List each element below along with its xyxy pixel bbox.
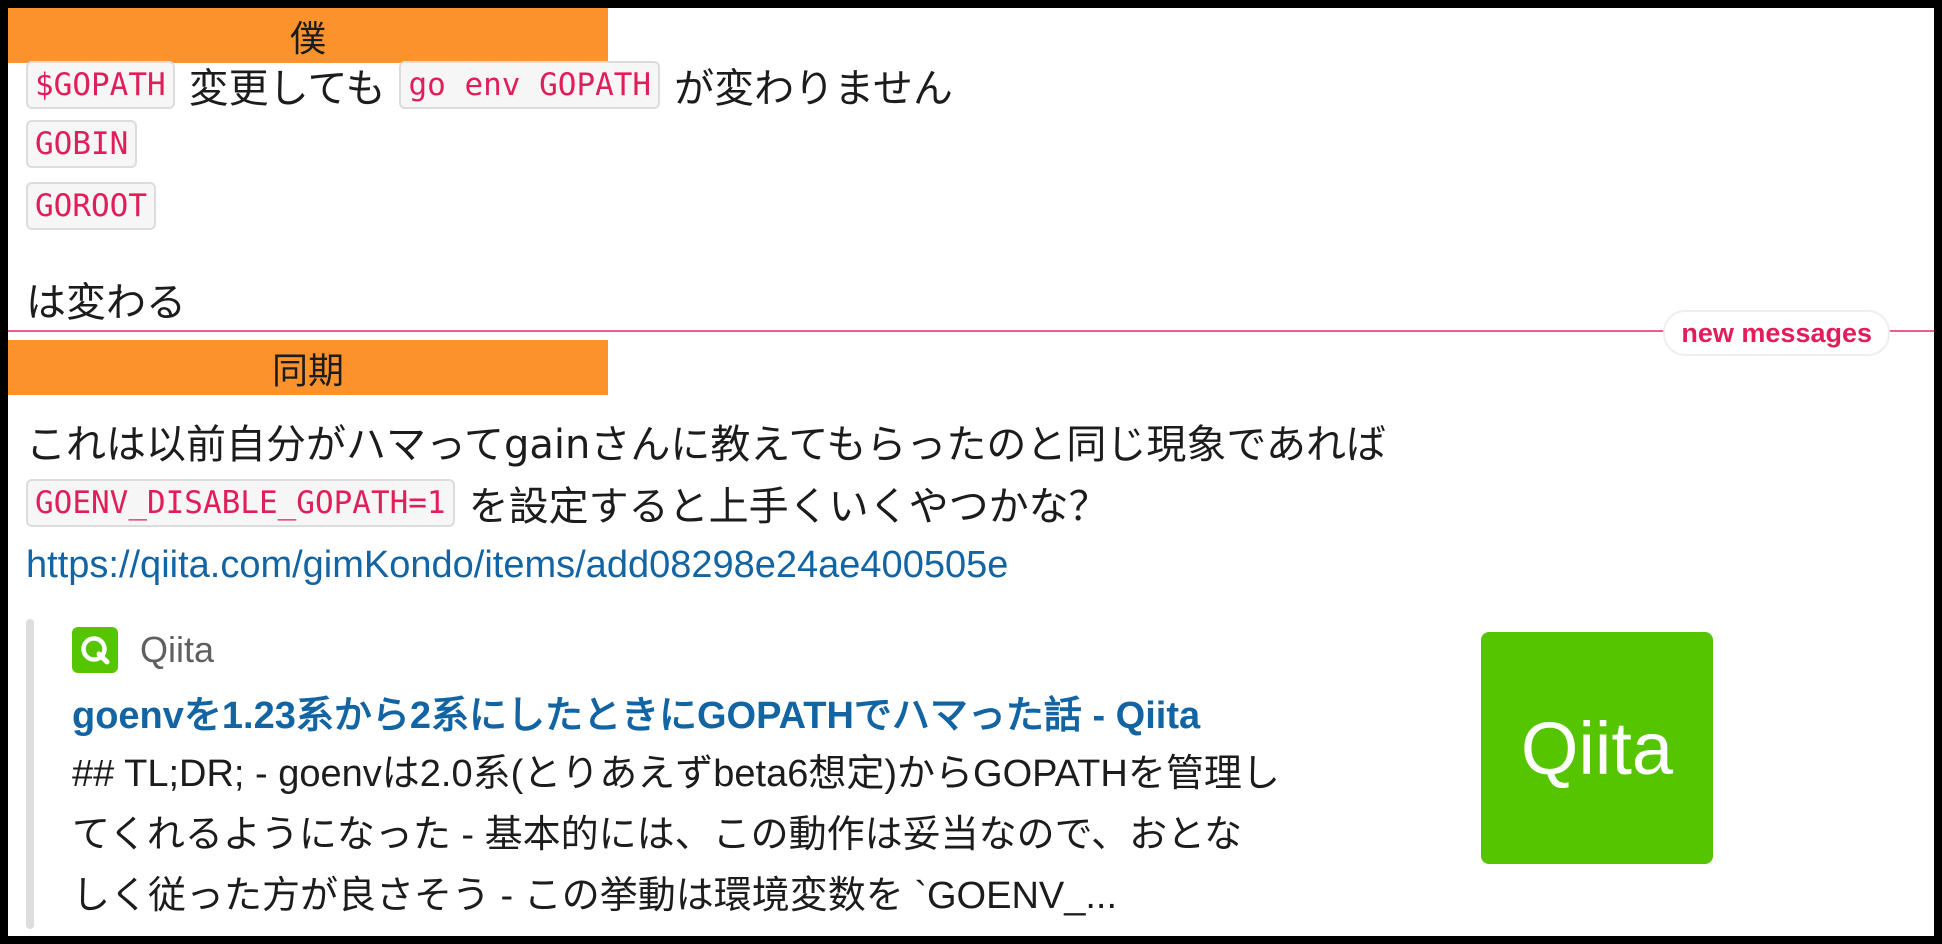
unfurl-description-line: ## TL;DR; - goenvは2.0系(とりあえずbeta6想定)からGO… <box>72 753 1280 795</box>
new-messages-badge: new messages <box>1663 310 1890 356</box>
inline-code: GOBIN <box>26 120 138 168</box>
qiita-q-icon <box>72 627 118 673</box>
unfurl-description-line: しく従った方が良さそう - この挙動は環境変数を `GOENV_... <box>72 875 1118 917</box>
message-line: GOBIN <box>26 116 138 172</box>
message-text: は変わる <box>26 280 186 326</box>
sender-name: 僕 <box>289 18 326 60</box>
inline-code: GOROOT <box>26 182 156 230</box>
inline-code: $GOPATH <box>26 61 175 109</box>
sender-name: 同期 <box>271 350 344 392</box>
unfurl-description: ## TL;DR; - goenvは2.0系(とりあえずbeta6想定)からGO… <box>72 744 1472 927</box>
unfurl-description-line: てくれるようになった - 基本的には、この動作は妥当なので、おとな <box>72 814 1242 856</box>
unfurl-service-name: Qiita <box>140 629 215 670</box>
message-line: $GOPATH 変更しても go env GOPATH が変わりません <box>26 56 953 114</box>
qiita-logo-text: Qiita <box>1520 706 1674 790</box>
message-line: これは以前自分がハマってgainさんに教えてもらったのと同じ現象であれば <box>26 413 1386 469</box>
message-text: 変更しても <box>188 66 386 112</box>
sender-label: 僕 <box>8 8 608 63</box>
unfurl-accent-bar <box>26 619 34 929</box>
message-line: GOROOT <box>26 178 156 234</box>
unfurl-title-link[interactable]: goenvを1.23系から2系にしたときにGOPATHでハマった話 - Qiit… <box>72 684 1200 739</box>
new-messages-divider <box>8 330 1934 332</box>
message-line: GOENV_DISABLE_GOPATH=1 を設定すると上手くいくやつかな？ <box>26 474 1109 532</box>
message-text: を設定すると上手くいくやつかな？ <box>468 484 1109 530</box>
sender-label: 同期 <box>8 340 608 395</box>
unfurl-thumbnail[interactable]: Qiita <box>1481 632 1713 864</box>
inline-code: GOENV_DISABLE_GOPATH=1 <box>26 479 455 527</box>
new-messages-label: new messages <box>1681 317 1872 348</box>
message-text: が変わりません <box>674 66 953 112</box>
message-text: これは以前自分がハマってgainさんに教えてもらったのと同じ現象であれば <box>26 422 1386 468</box>
message-line: は変わる <box>26 270 186 328</box>
message-link[interactable]: https://qiita.com/gimKondo/items/add0829… <box>26 544 1008 587</box>
unfurl-service: Qiita <box>72 627 214 673</box>
inline-code: go env GOPATH <box>399 61 661 109</box>
chat-view: 僕 $GOPATH 変更しても go env GOPATH が変わりません GO… <box>8 8 1934 936</box>
